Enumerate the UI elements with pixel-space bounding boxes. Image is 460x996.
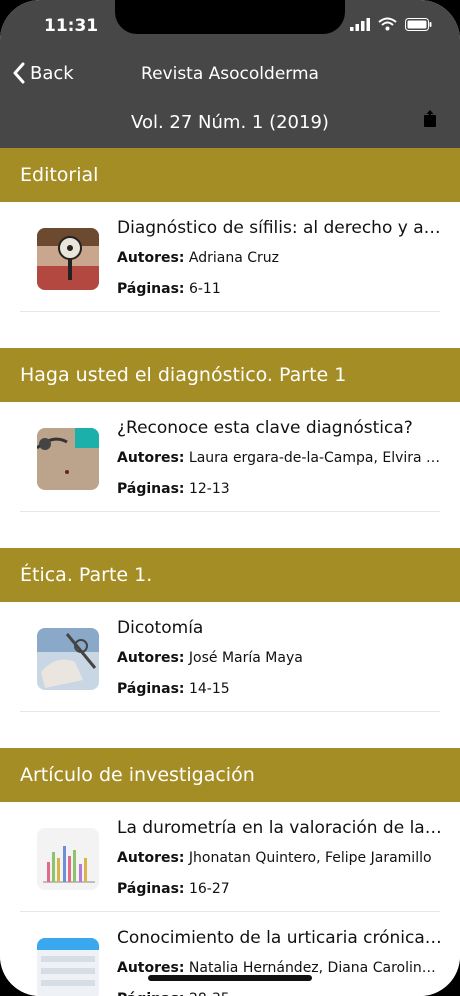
navigation-header: 11:31 Back Revista Asocolderma Vol. 27 N… (0, 0, 460, 148)
article-row[interactable]: Dicotomía Autores: José María Maya Págin… (0, 602, 460, 712)
article-pages: Páginas: 12-13 (117, 481, 442, 497)
article-pages: Páginas: 14-15 (117, 681, 442, 697)
device-notch (115, 0, 345, 34)
article-thumbnail (37, 228, 99, 290)
article-title: Diagnóstico de sífilis: al derecho y al … (117, 218, 442, 238)
authors-value: Adriana Cruz (188, 250, 280, 266)
pages-value: 16-27 (188, 881, 230, 897)
article-row[interactable]: La durometría en la valoración de la esc… (0, 802, 460, 912)
article-title: Conocimiento de la urticaria crónica esp… (117, 928, 442, 948)
authors-label: Autores: (117, 960, 185, 976)
authors-label: Autores: (117, 650, 185, 666)
authors-label: Autores: (117, 450, 185, 466)
issue-title: Vol. 27 Núm. 1 (2019) (131, 112, 329, 133)
section-gap (0, 512, 460, 548)
article-authors: Autores: Adriana Cruz (117, 250, 442, 266)
article-pages: Páginas: 28-35 (117, 991, 442, 996)
article-pages: Páginas: 6-11 (117, 281, 442, 297)
pages-label: Páginas: (117, 681, 185, 697)
section-gap (0, 712, 460, 748)
article-authors: Autores: Jhonatan Quintero, Felipe Jaram… (117, 850, 442, 866)
authors-value: Natalia Hernández, Diana Carolina Peña (188, 960, 442, 976)
article-row[interactable]: Diagnóstico de sífilis: al derecho y al … (0, 202, 460, 312)
authors-value: José María Maya (188, 650, 303, 666)
article-authors: Autores: Natalia Hernández, Diana Caroli… (117, 960, 442, 976)
article-pages: Páginas: 16-27 (117, 881, 442, 897)
article-row[interactable]: ¿Reconoce esta clave diagnóstica? Autore… (0, 402, 460, 512)
article-thumbnail (37, 828, 99, 890)
status-icons (350, 17, 432, 31)
authors-label: Autores: (117, 850, 185, 866)
authors-value: Laura ergara-de-la-Campa, Elvira Moscare… (188, 450, 442, 466)
section-header: Ética. Parte 1. (0, 548, 460, 602)
share-button[interactable] (424, 110, 436, 131)
pages-label: Páginas: (117, 281, 185, 297)
pages-label: Páginas: (117, 881, 185, 897)
article-title: Dicotomía (117, 618, 204, 638)
share-icon (424, 110, 436, 127)
article-authors: Autores: José María Maya (117, 650, 442, 666)
authors-value: Jhonatan Quintero, Felipe Jaramillo (188, 850, 432, 866)
section-header: Artículo de investigación (0, 748, 460, 802)
pages-value: 28-35 (189, 991, 230, 996)
page-title: Revista Asocolderma (141, 64, 319, 84)
pages-value: 14-15 (188, 681, 230, 697)
pages-label: Páginas: (117, 481, 185, 497)
battery-icon (405, 17, 432, 31)
section-gap (0, 312, 460, 348)
row-divider (20, 711, 440, 712)
row-divider (20, 311, 440, 312)
article-list: Editorial Diagnóstico de sífilis: al der… (0, 148, 460, 996)
pages-label: Páginas: (117, 991, 185, 996)
section-header: Haga usted el diagnóstico. Parte 1 (0, 348, 460, 402)
article-thumbnail (37, 428, 99, 490)
authors-label: Autores: (117, 250, 185, 266)
article-thumbnail (37, 938, 99, 996)
article-thumbnail (37, 628, 99, 690)
article-authors: Autores: Laura ergara-de-la-Campa, Elvir… (117, 450, 442, 466)
article-title: ¿Reconoce esta clave diagnóstica? (117, 418, 413, 438)
signal-icon (350, 17, 370, 31)
status-time: 11:31 (44, 16, 99, 36)
section-header: Editorial (0, 148, 460, 202)
article-title: La durometría en la valoración de la esc… (117, 818, 442, 838)
phone-screen: 11:31 Back Revista Asocolderma Vol. 27 N… (0, 0, 460, 996)
wifi-icon (378, 17, 397, 31)
home-indicator[interactable] (148, 975, 312, 981)
pages-value: 12-13 (188, 481, 230, 497)
article-row[interactable]: Conocimiento de la urticaria crónica esp… (0, 912, 460, 996)
pages-value: 6-11 (188, 281, 221, 297)
row-divider (20, 511, 440, 512)
